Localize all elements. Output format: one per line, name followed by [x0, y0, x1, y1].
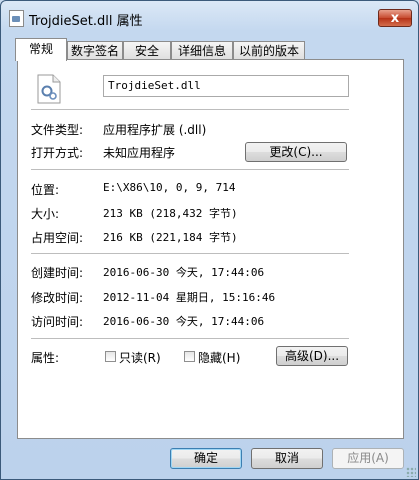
attributes-label: 属性:	[31, 351, 60, 365]
readonly-checkbox[interactable]	[105, 351, 116, 362]
tab-details[interactable]: 详细信息	[171, 41, 233, 60]
file-icon	[9, 10, 24, 27]
tab-security[interactable]: 安全	[123, 41, 171, 60]
location-label: 位置:	[31, 183, 60, 197]
ok-button[interactable]: 确定	[170, 448, 242, 469]
size-value: 213 KB (218,432 字节)	[103, 207, 238, 220]
file-type-label: 文件类型:	[31, 123, 84, 137]
created-value: 2016-06-30 今天, 17:44:06	[103, 266, 265, 279]
dll-file-icon	[37, 74, 61, 104]
hidden-checkbox[interactable]	[184, 351, 195, 362]
accessed-label: 访问时间:	[31, 315, 84, 329]
filename-input[interactable]: TrojdieSet.dll	[103, 75, 349, 97]
advanced-button[interactable]: 高级(D)...	[276, 346, 348, 366]
readonly-label[interactable]: 只读(R)	[119, 349, 161, 366]
general-panel: TrojdieSet.dll 文件类型: 应用程序扩展 (.dll) 打开方式:…	[17, 59, 404, 439]
modified-label: 修改时间:	[31, 291, 84, 305]
created-label: 创建时间:	[31, 266, 84, 280]
size-label: 大小:	[31, 207, 60, 221]
close-button[interactable]: x	[378, 9, 412, 27]
cancel-button[interactable]: 取消	[251, 448, 323, 469]
separator	[31, 169, 349, 170]
opens-with-value: 未知应用程序	[103, 146, 176, 160]
tab-previous-versions[interactable]: 以前的版本	[233, 41, 305, 60]
file-type-value: 应用程序扩展 (.dll)	[103, 123, 207, 137]
tab-digital-signatures[interactable]: 数字签名	[67, 41, 123, 60]
size-on-disk-value: 216 KB (221,184 字节)	[103, 231, 238, 244]
separator	[31, 338, 349, 339]
resize-grip-icon[interactable]	[406, 467, 416, 477]
apply-button[interactable]: 应用(A)	[332, 448, 404, 469]
title-bar: TrojdieSet.dll 属性 x	[1, 1, 418, 33]
window-title: TrojdieSet.dll 属性	[29, 14, 143, 29]
separator	[31, 109, 349, 110]
size-on-disk-label: 占用空间:	[31, 231, 84, 245]
change-button[interactable]: 更改(C)...	[245, 142, 347, 162]
hidden-label[interactable]: 隐藏(H)	[198, 349, 240, 366]
properties-window: TrojdieSet.dll 属性 x 常规 数字签名 安全 详细信息 以前的版…	[0, 0, 419, 480]
accessed-value: 2016-06-30 今天, 17:44:06	[103, 315, 265, 328]
opens-with-label: 打开方式:	[31, 146, 84, 160]
separator	[31, 253, 349, 254]
tab-general[interactable]: 常规	[15, 38, 67, 61]
modified-value: 2012-11-04 星期日, 15:16:46	[103, 291, 276, 304]
location-value: E:\X86\10, 0, 9, 714	[103, 181, 236, 194]
